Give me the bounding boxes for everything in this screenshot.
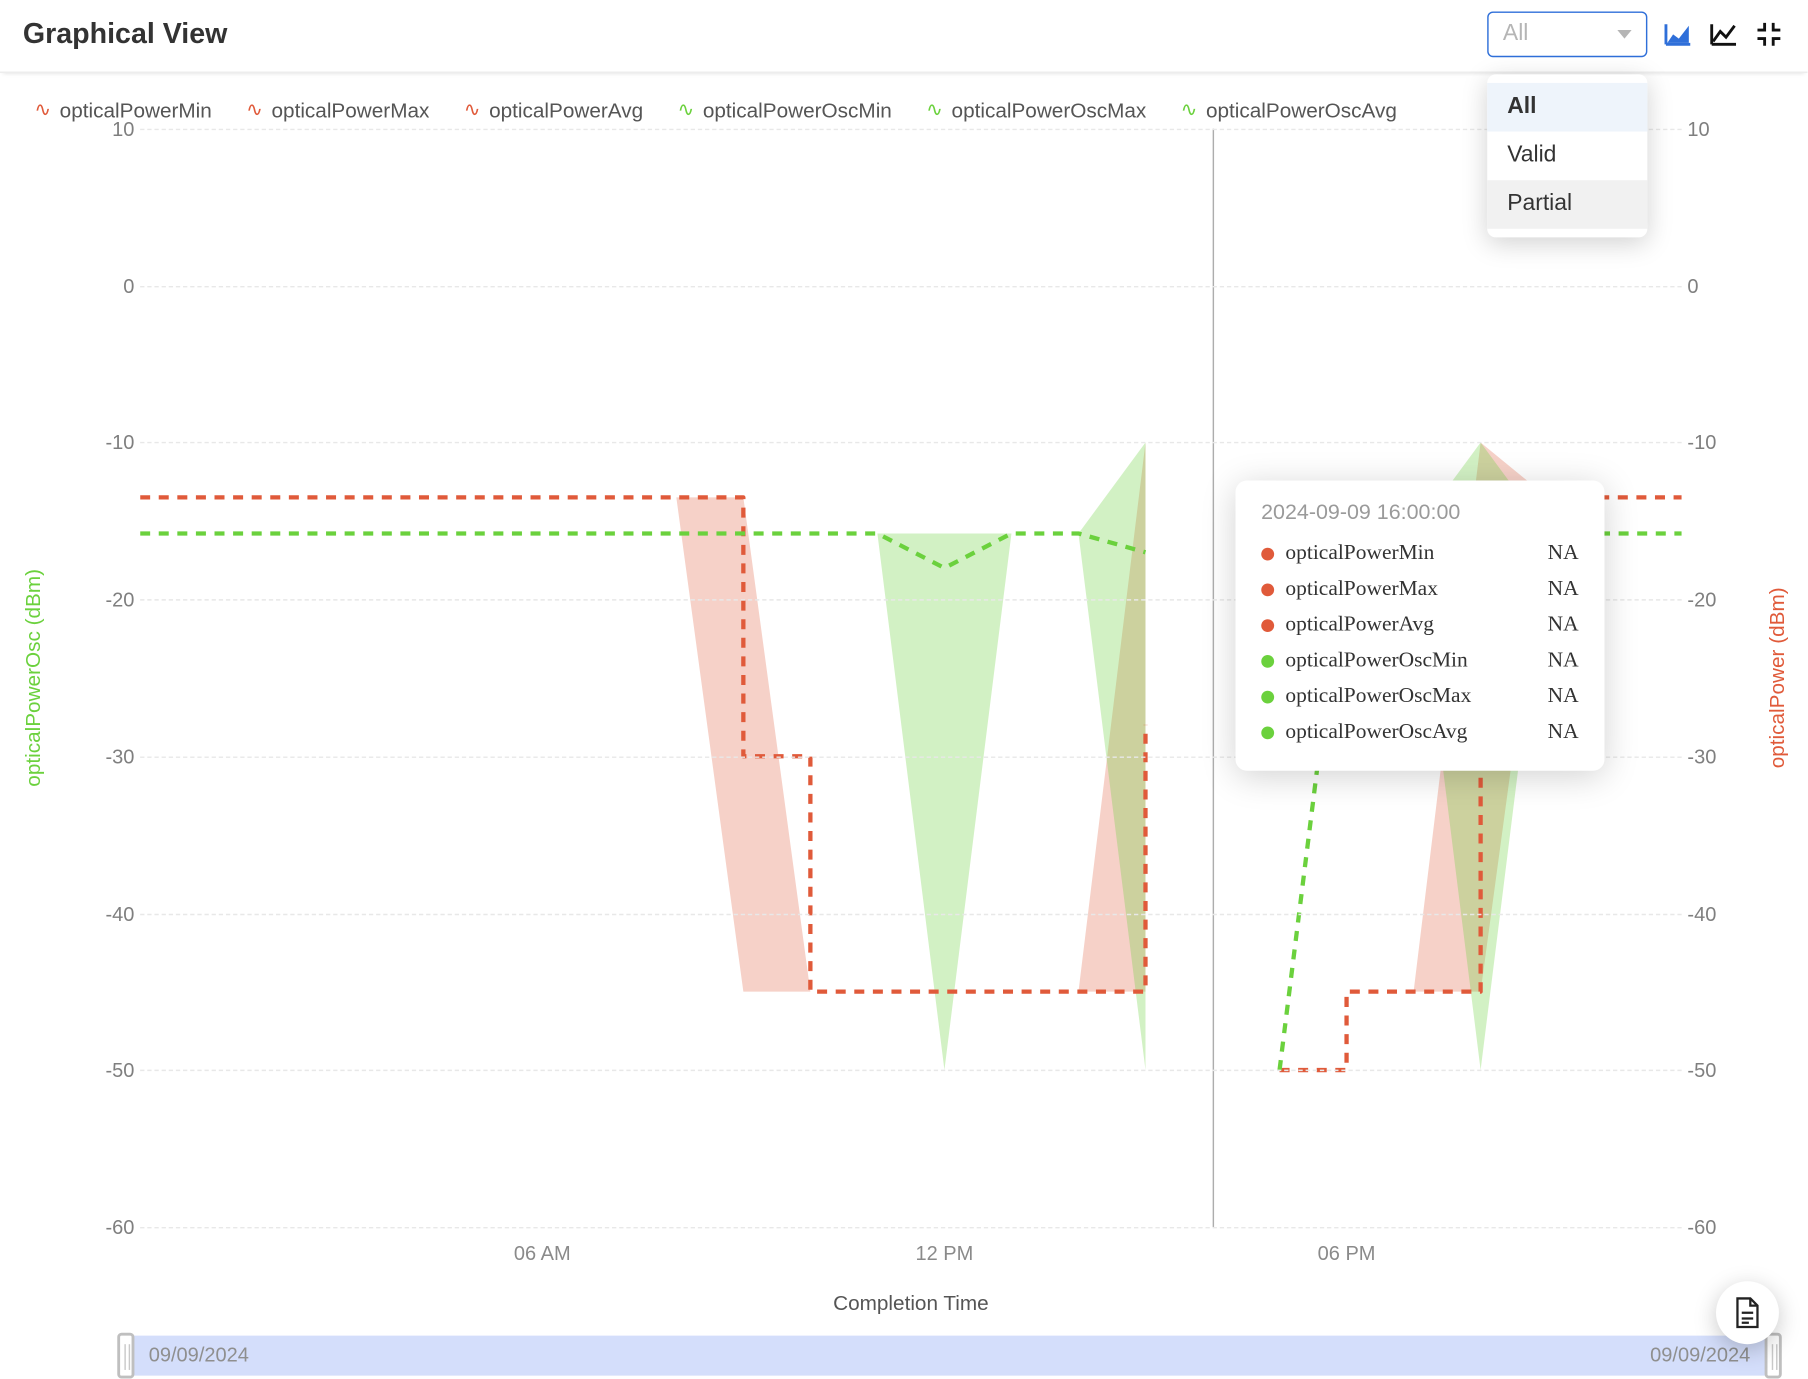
y-right-tick: -50 (1687, 1059, 1733, 1082)
y-right-tick: -60 (1687, 1216, 1733, 1239)
tooltip-value: NA (1548, 542, 1579, 566)
legend-label: opticalPowerOscMax (952, 99, 1147, 122)
wave-icon: ∿ (1181, 97, 1198, 121)
y-right-tick: -30 (1687, 745, 1733, 768)
legend-label: opticalPowerOscAvg (1206, 99, 1397, 122)
dot-icon (1261, 584, 1274, 597)
tooltip-value: NA (1548, 578, 1579, 602)
tooltip-timestamp: 2024-09-09 16:00:00 (1261, 501, 1578, 525)
filter-option-partial[interactable]: Partial (1487, 180, 1647, 229)
wave-icon: ∿ (34, 97, 51, 121)
filter-option-all[interactable]: All (1487, 83, 1647, 132)
y-left-axis-label: opticalPowerOsc (dBm) (23, 569, 46, 787)
dot-icon (1261, 691, 1274, 704)
legend-item[interactable]: ∿ opticalPowerOscMin (677, 99, 891, 123)
y-right-tick: -40 (1687, 902, 1733, 925)
tooltip-row: opticalPowerOscMax NA (1261, 680, 1578, 716)
chart-tooltip: 2024-09-09 16:00:00 opticalPowerMin NA op… (1235, 481, 1604, 771)
tooltip-series: opticalPowerMax (1285, 578, 1437, 602)
tooltip-value: NA (1548, 650, 1579, 674)
tooltip-value: NA (1548, 685, 1579, 709)
tooltip-series: opticalPowerOscMin (1285, 650, 1467, 674)
wave-icon: ∿ (926, 97, 943, 121)
y-right-tick: 0 (1687, 274, 1733, 297)
line-chart-icon[interactable] (1707, 19, 1738, 50)
collapse-icon[interactable] (1753, 19, 1784, 50)
chevron-down-icon (1617, 30, 1631, 39)
hover-cursor-line (1213, 129, 1214, 1227)
range-from-label: 09/09/2024 (149, 1343, 249, 1366)
y-left-tick: -20 (92, 588, 135, 611)
tooltip-series: opticalPowerMin (1285, 542, 1434, 566)
export-document-button[interactable] (1716, 1281, 1779, 1344)
legend-item[interactable]: ∿ opticalPowerMax (246, 99, 429, 123)
area-chart-icon[interactable] (1662, 19, 1693, 50)
tooltip-series: opticalPowerAvg (1285, 614, 1434, 638)
legend-item[interactable]: ∿ opticalPowerAvg (464, 99, 643, 123)
y-right-tick: -20 (1687, 588, 1733, 611)
chart-area[interactable]: opticalPowerOsc (dBm) opticalPower (dBm)… (11, 129, 1796, 1376)
filter-select-placeholder: All (1503, 21, 1528, 47)
header-controls: All All Valid Partial (1487, 11, 1784, 57)
x-tick: 06 PM (1318, 1241, 1376, 1264)
tooltip-series: opticalPowerOscMax (1285, 685, 1471, 709)
wave-icon: ∿ (464, 97, 481, 121)
x-axis-label: Completion Time (833, 1293, 989, 1316)
dot-icon (1261, 548, 1274, 561)
legend-item[interactable]: ∿ opticalPowerOscAvg (1181, 99, 1397, 123)
y-left-tick: -50 (92, 1059, 135, 1082)
panel-title: Graphical View (23, 18, 228, 51)
tooltip-row: opticalPowerMax NA (1261, 572, 1578, 608)
legend-label: opticalPowerMax (271, 99, 429, 122)
wave-icon: ∿ (246, 97, 263, 121)
dot-icon (1261, 620, 1274, 633)
filter-select[interactable]: All All Valid Partial (1487, 11, 1647, 57)
y-right-tick: -10 (1687, 431, 1733, 454)
legend-label: opticalPowerOscMin (703, 99, 892, 122)
tooltip-row: opticalPowerAvg NA (1261, 608, 1578, 644)
filter-option-valid[interactable]: Valid (1487, 132, 1647, 181)
panel-header: Graphical View All All Valid Partial (0, 0, 1808, 73)
range-to-label: 09/09/2024 (1650, 1343, 1750, 1366)
tooltip-series: opticalPowerOscAvg (1285, 721, 1467, 745)
legend-label: opticalPowerMin (60, 99, 212, 122)
y-left-tick: -60 (92, 1216, 135, 1239)
tooltip-row: opticalPowerOscMin NA (1261, 644, 1578, 680)
tooltip-row: opticalPowerOscAvg NA (1261, 715, 1578, 751)
tooltip-value: NA (1548, 614, 1579, 638)
dot-icon (1261, 727, 1274, 740)
y-left-tick: -40 (92, 902, 135, 925)
y-left-tick: 0 (92, 274, 135, 297)
filter-dropdown: All Valid Partial (1487, 74, 1647, 237)
dot-icon (1261, 655, 1274, 668)
y-right-axis-label: opticalPower (dBm) (1767, 587, 1790, 768)
tooltip-value: NA (1548, 721, 1579, 745)
y-left-tick: -10 (92, 431, 135, 454)
legend-item[interactable]: ∿ opticalPowerOscMax (926, 99, 1146, 123)
x-tick: 12 PM (915, 1241, 973, 1264)
x-tick: 06 AM (514, 1241, 571, 1264)
legend-label: opticalPowerAvg (489, 99, 643, 122)
y-left-tick: -30 (92, 745, 135, 768)
tooltip-row: opticalPowerMin NA (1261, 537, 1578, 573)
y-left-tick: 10 (92, 117, 135, 140)
wave-icon: ∿ (677, 97, 694, 121)
y-right-tick: 10 (1687, 117, 1733, 140)
